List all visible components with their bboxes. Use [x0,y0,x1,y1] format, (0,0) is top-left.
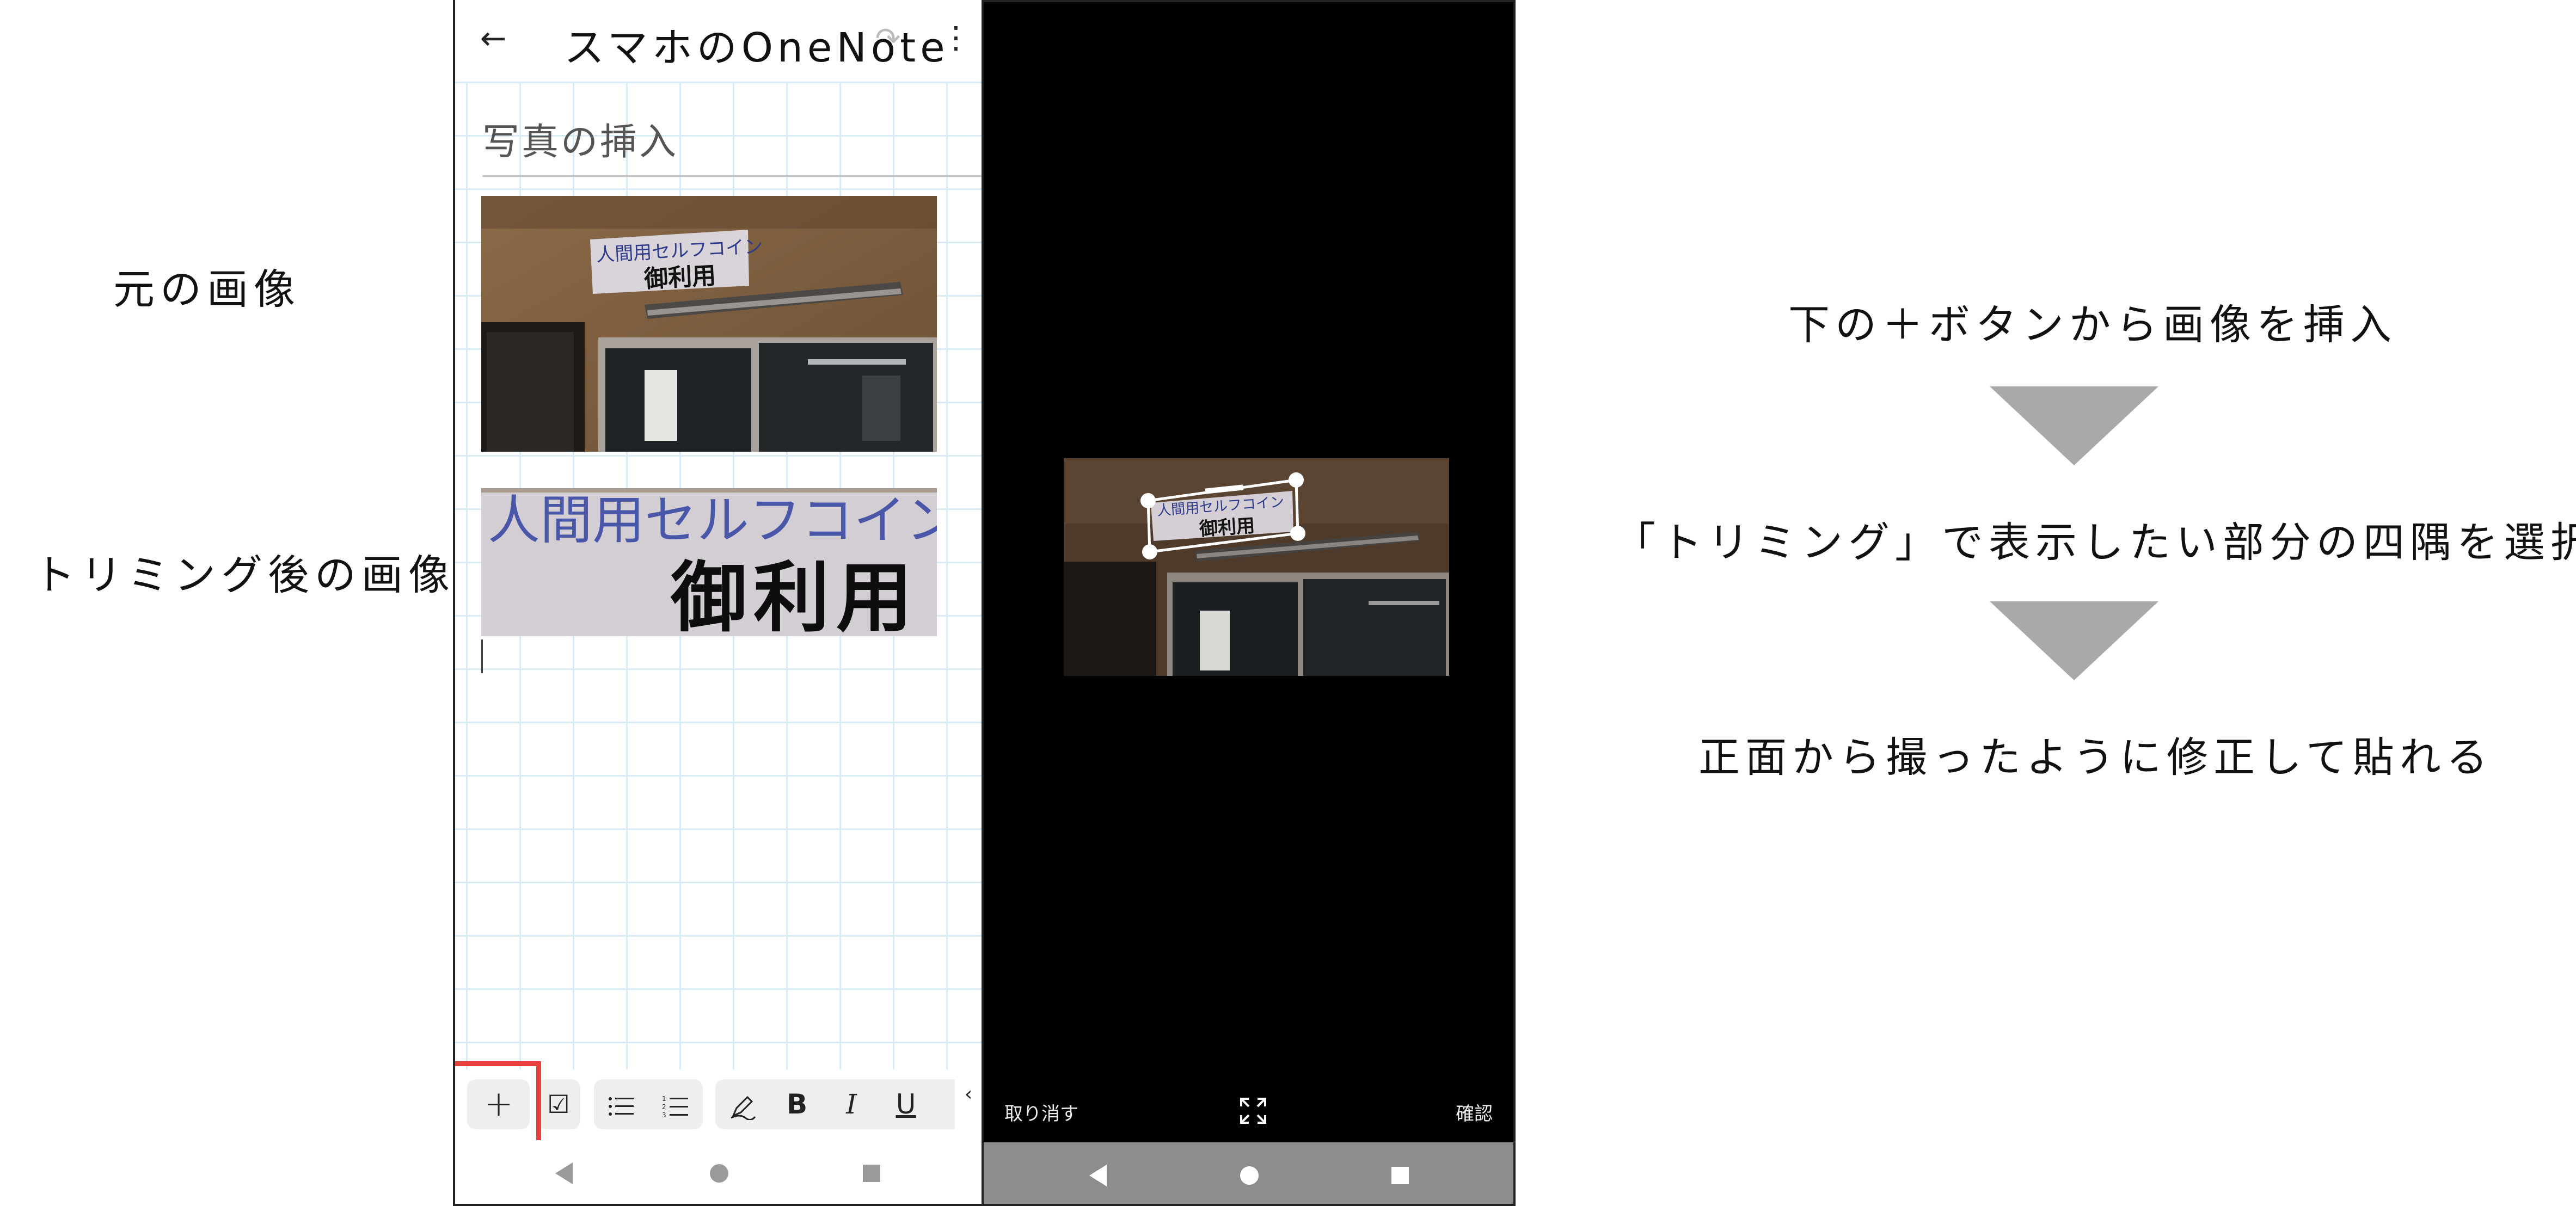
underline-button[interactable]: U [879,1079,933,1129]
step-2-text: 「トリミング」で表示したい部分の四隅を選択 [1614,518,2576,567]
crop-photo[interactable]: 人間用セルフコイン 御利用 [1064,458,1449,676]
numbered-list-icon[interactable]: 1 2 3 [648,1079,703,1129]
crop-handle-top-left[interactable] [1140,493,1156,508]
nav-home-icon[interactable] [703,1156,735,1189]
original-photo-art: 人間用セルフコイン 御利用 [481,196,937,452]
nav-back-icon[interactable] [548,1156,580,1189]
cropped-photo[interactable]: 人間用セルフコイン 御利用 [481,488,937,636]
bold-button[interactable]: B [770,1079,824,1129]
title-divider [482,175,982,177]
redo-icon[interactable]: ↷ [869,17,907,61]
page-title[interactable]: 写真の挿入 [482,112,678,165]
nav-recent-icon[interactable] [855,1156,888,1189]
system-nav-bar-dark [984,1142,1513,1204]
photo-sign-line2: 御利用 [643,262,716,293]
plus-button-highlight [455,1061,541,1151]
toolbar-scroll-left-icon[interactable]: ‹ [955,1069,982,1119]
down-arrow-1 [1990,386,2158,465]
down-arrow-2 [1990,601,2158,680]
back-arrow-icon[interactable]: ← [471,16,515,60]
crop-action-bar: 取り消す 確認 [984,1088,1513,1137]
checkbox-group: ☑ [537,1079,580,1129]
cropped-sign-line1: 人間用セルフコイン [488,490,937,551]
crop-handle-bottom-left[interactable] [1142,544,1157,559]
original-image-label: 元の画像 [113,265,300,313]
more-vertical-icon[interactable]: ⋮ [940,16,972,60]
cropped-photo-art: 人間用セルフコイン 御利用 [481,488,937,636]
app-top-bar: ← スマホのOneNote ↷ ⋮ [455,0,982,82]
step-1-text: 下の＋ボタンから画像を挿入 [1788,300,2397,349]
bulleted-list-icon[interactable] [594,1079,648,1129]
nav-home-icon[interactable] [1233,1159,1266,1191]
crop-selection-frame[interactable] [1064,458,1449,676]
cropped-sign-line2: 御利用 [670,554,919,636]
text-cursor [481,639,483,673]
crop-handle-bottom-right[interactable] [1290,526,1305,541]
svg-text:3: 3 [662,1111,666,1118]
system-nav-bar [455,1140,982,1204]
svg-text:2: 2 [662,1103,666,1111]
list-group: 1 2 3 [594,1079,703,1129]
original-photo[interactable]: 人間用セルフコイン 御利用 [481,196,937,452]
crop-phone-screen: 人間用セルフコイン 御利用 取り消す 確認 [984,0,1516,1206]
cropped-image-label: トリミング後の画像 [34,551,455,599]
italic-button[interactable]: I [824,1079,879,1129]
nav-back-icon[interactable] [1082,1159,1114,1191]
svg-text:1: 1 [662,1095,666,1103]
onenote-phone-screen: ← スマホのOneNote ↷ ⋮ 写真の挿入 人間用セルフコイン 御利用 人間… [453,0,984,1206]
pen-icon[interactable] [715,1079,770,1129]
confirm-button[interactable]: 確認 [1456,1099,1493,1125]
step-3-text: 正面から撮ったように修正して貼れる [1698,733,2493,782]
nav-recent-icon[interactable] [1384,1159,1416,1191]
expand-icon[interactable] [1237,1094,1269,1127]
cancel-button[interactable]: 取り消す [1004,1099,1078,1125]
text-format-group: B I U [715,1079,955,1129]
crop-handle-top-right[interactable] [1289,472,1304,488]
